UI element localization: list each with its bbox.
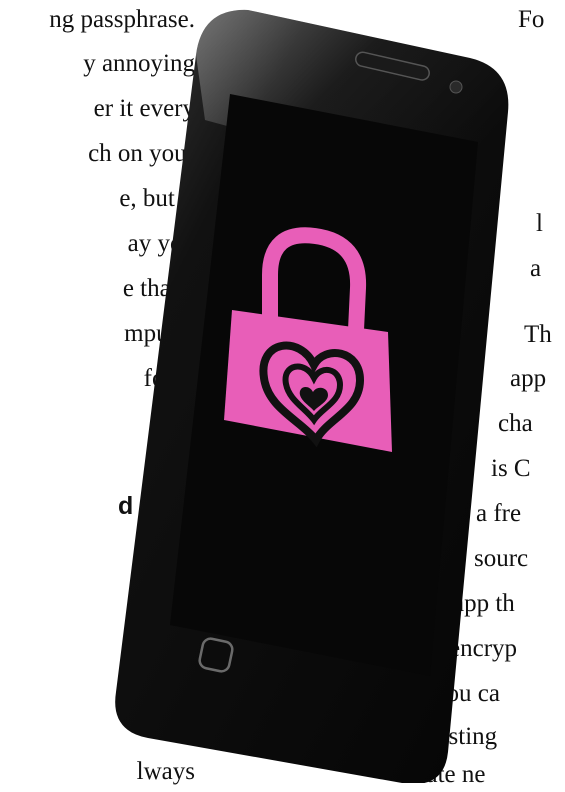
phone-illustration [115,9,509,783]
front-camera [449,80,463,94]
